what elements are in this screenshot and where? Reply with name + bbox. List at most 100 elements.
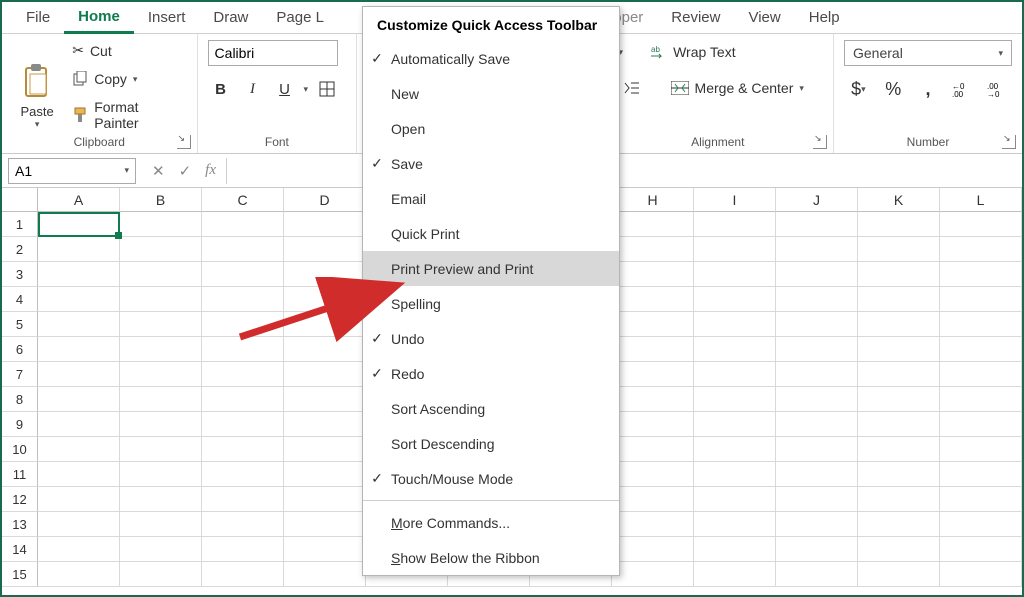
cell[interactable] [284, 437, 366, 462]
cell[interactable] [38, 337, 120, 362]
tab-draw[interactable]: Draw [199, 3, 262, 32]
cell[interactable] [858, 262, 940, 287]
cell[interactable] [612, 387, 694, 412]
cell[interactable] [858, 562, 940, 587]
cell[interactable] [612, 462, 694, 487]
row-header[interactable]: 8 [2, 387, 38, 412]
cell[interactable] [694, 362, 776, 387]
cell[interactable] [284, 487, 366, 512]
cell[interactable] [38, 562, 120, 587]
cell[interactable] [858, 387, 940, 412]
cell[interactable] [202, 262, 284, 287]
cell[interactable] [202, 562, 284, 587]
borders-button[interactable] [314, 76, 340, 102]
cell[interactable] [202, 362, 284, 387]
cell[interactable] [120, 462, 202, 487]
cell[interactable] [612, 412, 694, 437]
cell[interactable] [284, 237, 366, 262]
column-header[interactable]: A [38, 188, 120, 212]
cell[interactable] [694, 337, 776, 362]
cell[interactable] [202, 412, 284, 437]
cell[interactable] [284, 287, 366, 312]
cell[interactable] [776, 287, 858, 312]
row-header[interactable]: 2 [2, 237, 38, 262]
tab-review[interactable]: Review [657, 3, 734, 32]
cell[interactable] [694, 537, 776, 562]
cell[interactable] [120, 237, 202, 262]
cell[interactable] [202, 462, 284, 487]
row-header[interactable]: 14 [2, 537, 38, 562]
cell[interactable] [694, 212, 776, 237]
cell[interactable] [694, 562, 776, 587]
cell[interactable] [858, 487, 940, 512]
cell[interactable] [776, 387, 858, 412]
cell[interactable] [858, 537, 940, 562]
cell[interactable] [284, 462, 366, 487]
cell[interactable] [776, 562, 858, 587]
cell[interactable] [38, 387, 120, 412]
italic-button[interactable]: I [240, 76, 266, 102]
tab-help[interactable]: Help [795, 3, 854, 32]
cell[interactable] [202, 337, 284, 362]
menu-item-sort-ascending[interactable]: Sort Ascending [363, 391, 619, 426]
cell[interactable] [694, 487, 776, 512]
cell[interactable] [776, 237, 858, 262]
cell[interactable] [284, 387, 366, 412]
cell[interactable] [694, 412, 776, 437]
cell[interactable] [940, 412, 1022, 437]
underline-button[interactable]: U [272, 76, 298, 102]
cell[interactable] [202, 487, 284, 512]
row-header[interactable]: 10 [2, 437, 38, 462]
cell[interactable] [284, 512, 366, 537]
cell[interactable] [38, 437, 120, 462]
cell[interactable] [694, 262, 776, 287]
fx-icon[interactable]: fx [205, 162, 216, 180]
menu-item-spelling[interactable]: Spelling [363, 286, 619, 321]
cell[interactable] [38, 412, 120, 437]
increase-decimal-button[interactable]: ←0.00 [948, 76, 977, 102]
cell[interactable] [120, 362, 202, 387]
cell[interactable] [858, 462, 940, 487]
cell[interactable] [776, 312, 858, 337]
cell[interactable] [612, 437, 694, 462]
cell[interactable] [858, 312, 940, 337]
menu-more-commands[interactable]: More Commands... [363, 505, 619, 540]
merge-center-button[interactable]: Merge & Center ▾ [665, 78, 810, 98]
cell[interactable] [940, 512, 1022, 537]
cell[interactable] [284, 212, 366, 237]
cell[interactable] [202, 387, 284, 412]
column-header[interactable]: B [120, 188, 202, 212]
cell[interactable] [120, 262, 202, 287]
cell[interactable] [202, 312, 284, 337]
cell[interactable] [38, 312, 120, 337]
column-header[interactable]: J [776, 188, 858, 212]
cell[interactable] [858, 287, 940, 312]
cell[interactable] [940, 212, 1022, 237]
cell[interactable] [940, 462, 1022, 487]
cell[interactable] [38, 237, 120, 262]
cell[interactable] [940, 537, 1022, 562]
percent-button[interactable]: % [879, 76, 908, 102]
menu-item-save[interactable]: ✓Save [363, 146, 619, 181]
cell[interactable] [120, 487, 202, 512]
cell[interactable] [612, 512, 694, 537]
cell[interactable] [858, 362, 940, 387]
column-header[interactable]: D [284, 188, 366, 212]
cell[interactable] [776, 462, 858, 487]
cell[interactable] [120, 537, 202, 562]
cell[interactable] [776, 412, 858, 437]
cell[interactable] [120, 412, 202, 437]
row-header[interactable]: 3 [2, 262, 38, 287]
cell[interactable] [120, 387, 202, 412]
format-painter-button[interactable]: Format Painter [68, 97, 186, 133]
cell[interactable] [776, 437, 858, 462]
cell[interactable] [120, 212, 202, 237]
row-header[interactable]: 7 [2, 362, 38, 387]
decrease-decimal-button[interactable]: .00→0 [983, 76, 1012, 102]
cell[interactable] [776, 537, 858, 562]
cell[interactable] [858, 412, 940, 437]
cell[interactable] [776, 362, 858, 387]
cell[interactable] [940, 387, 1022, 412]
number-format-selector[interactable]: General▾ [844, 40, 1012, 66]
menu-show-below-ribbon[interactable]: Show Below the Ribbon [363, 540, 619, 575]
